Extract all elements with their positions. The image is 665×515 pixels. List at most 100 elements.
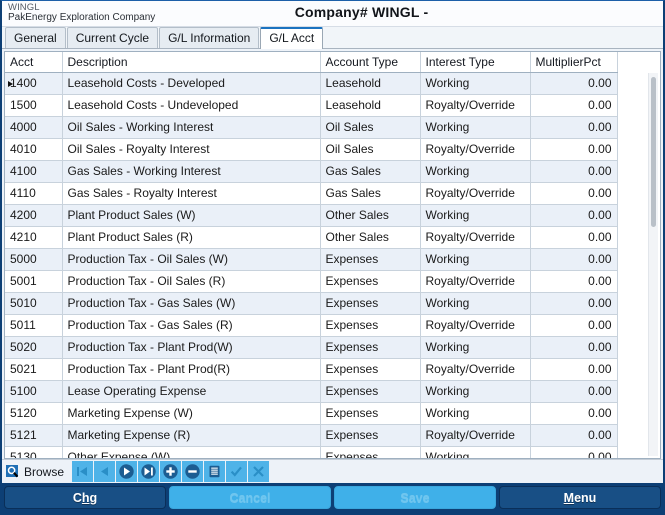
cell-description[interactable]: Oil Sales - Royalty Interest xyxy=(62,138,321,161)
cell-interest_type[interactable]: Working xyxy=(420,160,531,183)
table-row[interactable]: 4210 Plant Product Sales (R) Other Sales Ro… xyxy=(5,226,618,249)
delete-record-button[interactable] xyxy=(182,461,204,482)
table-row[interactable]: 5010 Production Tax - Gas Sales (W) Expens… xyxy=(5,292,618,315)
cell-account_type[interactable]: Expenses xyxy=(320,336,421,359)
cell-multiplier_pct[interactable]: 0.00 xyxy=(530,204,618,227)
gl-account-grid[interactable]: Acct Description Account Type Interest T… xyxy=(4,51,661,459)
cell-account_type[interactable]: Oil Sales xyxy=(320,116,421,139)
table-row[interactable]: 5020 Production Tax - Plant Prod(W) Expens… xyxy=(5,336,618,359)
cell-account_type[interactable]: Expenses xyxy=(320,292,421,315)
cell-interest_type[interactable]: Royalty/Override xyxy=(420,314,531,337)
cell-account_type[interactable]: Expenses xyxy=(320,402,421,425)
cell-description[interactable]: Gas Sales - Royalty Interest xyxy=(62,182,321,205)
cell-description[interactable]: Lease Operating Expense xyxy=(62,380,321,403)
insert-record-button[interactable] xyxy=(160,461,182,482)
cell-description[interactable]: Oil Sales - Working Interest xyxy=(62,116,321,139)
cell-multiplier_pct[interactable]: 0.00 xyxy=(530,72,618,95)
cell-description[interactable]: Marketing Expense (R) xyxy=(62,424,321,447)
cell-description[interactable]: Marketing Expense (W) xyxy=(62,402,321,425)
cell-multiplier_pct[interactable]: 0.00 xyxy=(530,314,618,337)
save-button[interactable]: Save xyxy=(334,486,496,509)
cell-acct[interactable]: 4000 xyxy=(5,116,63,139)
cell-description[interactable]: Production Tax - Oil Sales (R) xyxy=(62,270,321,293)
cell-interest_type[interactable]: Royalty/Override xyxy=(420,424,531,447)
cell-interest_type[interactable]: Royalty/Override xyxy=(420,358,531,381)
cell-description[interactable]: Plant Product Sales (W) xyxy=(62,204,321,227)
cell-description[interactable]: Production Tax - Plant Prod(W) xyxy=(62,336,321,359)
cell-description[interactable]: Production Tax - Oil Sales (W) xyxy=(62,248,321,271)
cell-acct[interactable]: 5120 xyxy=(5,402,63,425)
cell-acct[interactable]: 4200 xyxy=(5,204,63,227)
cell-description[interactable]: Production Tax - Gas Sales (W) xyxy=(62,292,321,315)
last-record-button[interactable] xyxy=(138,461,160,482)
cell-acct[interactable]: 5011 xyxy=(5,314,63,337)
table-row[interactable]: 4000 Oil Sales - Working Interest Oil Sale… xyxy=(5,116,618,139)
cell-account_type[interactable]: Oil Sales xyxy=(320,138,421,161)
cell-interest_type[interactable]: Working xyxy=(420,204,531,227)
cell-interest_type[interactable]: Working xyxy=(420,402,531,425)
cell-multiplier_pct[interactable]: 0.00 xyxy=(530,94,618,117)
cell-multiplier_pct[interactable]: 0.00 xyxy=(530,292,618,315)
cell-interest_type[interactable]: Working xyxy=(420,292,531,315)
column-header-description[interactable]: Description xyxy=(62,52,321,73)
cell-account_type[interactable]: Expenses xyxy=(320,446,421,458)
cell-multiplier_pct[interactable]: 0.00 xyxy=(530,380,618,403)
cell-interest_type[interactable]: Working xyxy=(420,336,531,359)
cell-interest_type[interactable]: Royalty/Override xyxy=(420,94,531,117)
cell-description[interactable]: Production Tax - Plant Prod(R) xyxy=(62,358,321,381)
cell-account_type[interactable]: Leasehold xyxy=(320,94,421,117)
table-row[interactable]: 4100 Gas Sales - Working Interest Gas Sale… xyxy=(5,160,618,183)
cell-account_type[interactable]: Leasehold xyxy=(320,72,421,95)
cell-acct[interactable]: 5000 xyxy=(5,248,63,271)
cell-acct[interactable]: 1500 xyxy=(5,94,63,117)
table-row[interactable]: 1400 Leasehold Costs - Developed Leasehold… xyxy=(5,72,618,95)
table-row[interactable]: 5100 Lease Operating Expense Expenses Worki… xyxy=(5,380,618,403)
table-row[interactable]: 5000 Production Tax - Oil Sales (W) Expens… xyxy=(5,248,618,271)
cell-account_type[interactable]: Expenses xyxy=(320,314,421,337)
table-row[interactable]: 5001 Production Tax - Oil Sales (R) Expens… xyxy=(5,270,618,293)
cell-acct[interactable]: 4210 xyxy=(5,226,63,249)
table-row[interactable]: 4010 Oil Sales - Royalty Interest Oil Sale… xyxy=(5,138,618,161)
cell-interest_type[interactable]: Royalty/Override xyxy=(420,182,531,205)
cell-account_type[interactable]: Other Sales xyxy=(320,226,421,249)
table-row[interactable]: 5121 Marketing Expense (R) Expenses Royalty… xyxy=(5,424,618,447)
column-header-acct[interactable]: Acct xyxy=(5,52,63,73)
cell-acct[interactable]: 4010 xyxy=(5,138,63,161)
cell-acct[interactable]: 1400 xyxy=(5,72,63,95)
cell-acct[interactable]: 5001 xyxy=(5,270,63,293)
previous-record-button[interactable] xyxy=(94,461,116,482)
chg-button[interactable]: Chg xyxy=(4,486,166,509)
cell-account_type[interactable]: Gas Sales xyxy=(320,160,421,183)
cell-account_type[interactable]: Expenses xyxy=(320,270,421,293)
cell-interest_type[interactable]: Royalty/Override xyxy=(420,270,531,293)
table-row[interactable]: 5120 Marketing Expense (W) Expenses Working… xyxy=(5,402,618,425)
cell-account_type[interactable]: Gas Sales xyxy=(320,182,421,205)
table-row[interactable]: 1500 Leasehold Costs - Undeveloped Leaseho… xyxy=(5,94,618,117)
cell-account_type[interactable]: Expenses xyxy=(320,424,421,447)
cell-account_type[interactable]: Expenses xyxy=(320,358,421,381)
cancel-edit-button[interactable] xyxy=(248,461,270,482)
table-row[interactable]: 4110 Gas Sales - Royalty Interest Gas Sale… xyxy=(5,182,618,205)
tab-general[interactable]: General xyxy=(5,27,66,48)
column-header-interest-type[interactable]: Interest Type xyxy=(420,52,531,73)
tab-gl-information[interactable]: G/L Information xyxy=(159,27,260,48)
cell-multiplier_pct[interactable]: 0.00 xyxy=(530,226,618,249)
tab-gl-acct[interactable]: G/L Acct xyxy=(260,27,324,49)
cell-interest_type[interactable]: Working xyxy=(420,72,531,95)
cell-interest_type[interactable]: Working xyxy=(420,380,531,403)
next-record-button[interactable] xyxy=(116,461,138,482)
cell-description[interactable]: Gas Sales - Working Interest xyxy=(62,160,321,183)
cell-acct[interactable]: 5020 xyxy=(5,336,63,359)
cell-interest_type[interactable]: Royalty/Override xyxy=(420,138,531,161)
grid-vertical-scrollbar[interactable] xyxy=(648,73,658,456)
cell-multiplier_pct[interactable]: 0.00 xyxy=(530,116,618,139)
cell-multiplier_pct[interactable]: 0.00 xyxy=(530,182,618,205)
post-edit-button[interactable] xyxy=(226,461,248,482)
cell-acct[interactable]: 5010 xyxy=(5,292,63,315)
cell-description[interactable]: Plant Product Sales (R) xyxy=(62,226,321,249)
cell-multiplier_pct[interactable]: 0.00 xyxy=(530,160,618,183)
edit-record-button[interactable] xyxy=(204,461,226,482)
table-row[interactable]: 5130 Other Expense (W) Expenses Working 0.00 xyxy=(5,446,618,458)
cell-multiplier_pct[interactable]: 0.00 xyxy=(530,336,618,359)
cell-acct[interactable]: 5100 xyxy=(5,380,63,403)
